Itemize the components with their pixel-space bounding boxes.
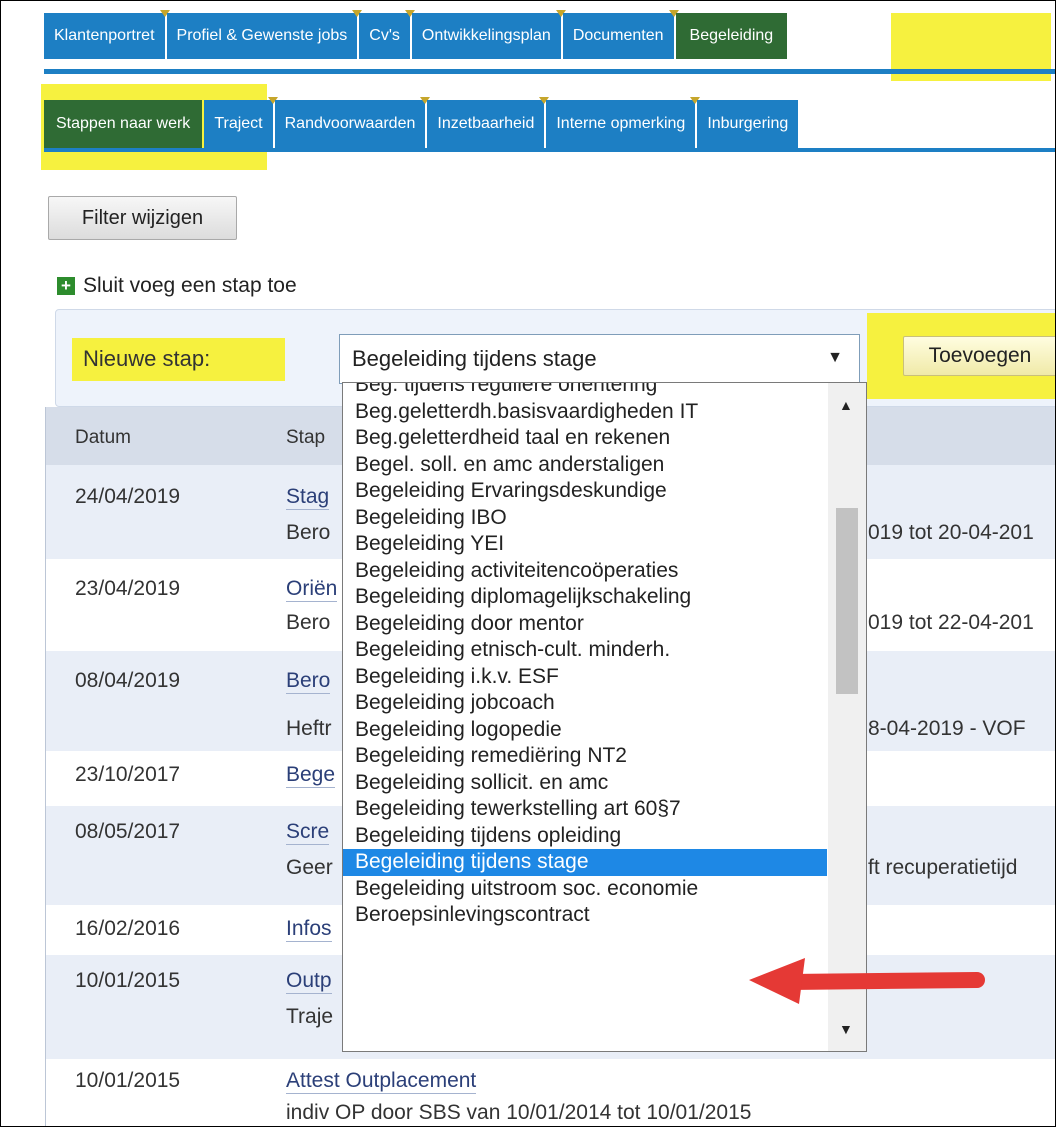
row-date: 16/02/2016 (75, 917, 181, 940)
tab-profiel[interactable]: Profiel & Gewenste jobs (166, 10, 363, 59)
sub-tabs: Stappen naar werk Traject Randvoorwaarde… (44, 97, 800, 148)
subtab-inburgering[interactable]: Inburgering (697, 100, 799, 148)
dropdown-option[interactable]: Begeleiding uitstroom soc. economie (343, 876, 827, 903)
tab-label: Klantenportret (54, 27, 155, 44)
dropdown-option[interactable]: Begeleiding Ervaringsdeskundige (343, 478, 827, 505)
tab-label: Cv's (369, 27, 400, 44)
window-frame: Klantenportret Profiel & Gewenste jobs C… (0, 0, 1056, 1127)
dropdown-option[interactable]: Begeleiding jobcoach (343, 690, 827, 717)
tab-underline (44, 69, 1055, 74)
dropdown-option[interactable]: Begeleiding activiteitencoöperaties (343, 558, 827, 585)
row-date: 23/04/2019 (75, 577, 181, 600)
subtab-label: Interne opmerking (556, 115, 686, 132)
dropdown-option[interactable]: Begeleiding etnisch-cult. minderh. (343, 637, 827, 664)
tab-ontwikkelingsplan[interactable]: Ontwikkelingsplan (411, 10, 566, 59)
row-date: 08/05/2017 (75, 820, 181, 843)
row-date: 24/04/2019 (75, 485, 181, 508)
row-step-link[interactable]: Stag (286, 485, 330, 510)
subtab-label: Randvoorwaarden (284, 115, 416, 132)
subtab-underline (44, 148, 1055, 152)
subtab-label: Inburgering (707, 115, 789, 132)
tab-klantenportret[interactable]: Klantenportret (44, 10, 170, 59)
dropdown-option[interactable]: Begeleiding IBO (343, 505, 827, 532)
dropdown-option[interactable]: Begeleiding remediëring NT2 (343, 743, 827, 770)
filter-button[interactable]: Filter wijzigen (48, 196, 237, 240)
row-subtext: Traje (286, 1005, 334, 1028)
subtab-label: Stappen naar werk (56, 115, 191, 132)
dropdown-option[interactable]: Beg.geletterdheid taal en rekenen (343, 425, 827, 452)
dropdown-option[interactable]: Begeleiding tijdens opleiding (343, 823, 827, 850)
tab-begeleiding[interactable]: Begeleiding (675, 13, 788, 59)
dropdown-option[interactable]: Begeleiding sollicit. en amc (343, 770, 827, 797)
dropdown-option[interactable]: Begeleiding tewerkstelling art 60§7 (343, 796, 827, 823)
new-step-select[interactable]: Begeleiding tijdens stage ▼ (339, 334, 860, 384)
dropdown-option[interactable]: Beroepsinlevingscontract (343, 902, 827, 929)
tab-label: Profiel & Gewenste jobs (176, 27, 348, 44)
subtab-inzetbaarheid[interactable]: Inzetbaarheid (427, 97, 550, 148)
scroll-down-icon[interactable]: ▼ (839, 1021, 853, 1037)
subtab-label: Traject (214, 115, 263, 132)
new-step-label: Nieuwe stap: (83, 346, 211, 371)
dropdown-option[interactable]: Beg. tijdens reguliere oriëntering (343, 383, 827, 399)
dropdown-option[interactable]: Begel. soll. en amc anderstaligen (343, 452, 827, 479)
row-step-link[interactable]: Infos (286, 917, 332, 942)
table-row: 10/01/2015 Attest Outplacement indiv OP … (45, 1059, 1055, 1126)
scrollbar-thumb[interactable] (836, 508, 858, 694)
close-add-step-link[interactable]: + Sluit voeg een stap toe (57, 274, 297, 298)
row-subtext: Bero (286, 521, 331, 544)
dropdown-option[interactable]: Beg.geletterdh.basisvaardigheden IT (343, 399, 827, 426)
row-period: ft recuperatietijd (868, 856, 1018, 879)
row-subtext: Bero (286, 611, 331, 634)
add-button[interactable]: Toevoegen (903, 336, 1055, 376)
tab-label: Begeleiding (689, 27, 774, 44)
dropdown-option[interactable]: Begeleiding i.k.v. ESF (343, 664, 827, 691)
row-date: 10/01/2015 (75, 969, 181, 992)
row-date: 23/10/2017 (75, 763, 181, 786)
tab-label: Ontwikkelingsplan (421, 27, 551, 44)
subtab-interne-opmerking[interactable]: Interne opmerking (546, 97, 701, 148)
row-step-link[interactable]: Outp (286, 969, 332, 994)
row-step-link[interactable]: Scre (286, 820, 330, 845)
header-stap: Stap (286, 427, 326, 448)
tab-label: Documenten (572, 27, 664, 44)
scroll-up-icon[interactable]: ▲ (839, 397, 853, 413)
main-tabs: Klantenportret Profiel & Gewenste jobs C… (44, 10, 789, 59)
row-step-link[interactable]: Oriën (286, 577, 338, 602)
row-period: 019 tot 20-04-201 (868, 521, 1034, 544)
row-date: 08/04/2019 (75, 669, 181, 692)
add-link-label: Sluit voeg een stap toe (83, 274, 297, 297)
dropdown-option-selected[interactable]: Begeleiding tijdens stage (343, 849, 827, 876)
row-step-link[interactable]: Attest Outplacement (286, 1069, 477, 1094)
step-dropdown-list[interactable]: Beg. tijdens reguliere oriëntering Beg.g… (342, 382, 867, 1052)
row-date: 10/01/2015 (75, 1069, 181, 1092)
subtab-stappen-naar-werk[interactable]: Stappen naar werk (44, 100, 203, 148)
row-step-link[interactable]: Bero (286, 669, 331, 694)
row-subtext: Geer (286, 856, 333, 879)
dropdown-option[interactable]: Begeleiding logopedie (343, 717, 827, 744)
row-subtext: indiv OP door SBS van 10/01/2014 tot 10/… (286, 1101, 752, 1124)
tab-cvs[interactable]: Cv's (359, 10, 415, 59)
row-period: 019 tot 22-04-201 (868, 611, 1034, 634)
dropdown-option[interactable]: Begeleiding diplomagelijkschakeling (343, 584, 827, 611)
dropdown-option[interactable]: Begeleiding door mentor (343, 611, 827, 638)
tab-documenten[interactable]: Documenten (562, 10, 679, 59)
header-datum: Datum (75, 427, 131, 448)
select-value: Begeleiding tijdens stage (352, 346, 597, 371)
row-subtext: Heftr (286, 717, 332, 740)
subtab-randvoorwaarden[interactable]: Randvoorwaarden (274, 97, 431, 148)
row-step-link[interactable]: Bege (286, 763, 336, 788)
dropdown-options: Beg. tijdens reguliere oriëntering Beg.g… (343, 383, 827, 929)
subtab-traject[interactable]: Traject (204, 97, 278, 148)
subtab-label: Inzetbaarheid (437, 115, 535, 132)
table-left-border (45, 407, 46, 1126)
dropdown-option[interactable]: Begeleiding YEI (343, 531, 827, 558)
plus-icon: + (57, 277, 75, 295)
row-period: 8-04-2019 - VOF (868, 717, 1026, 740)
dropdown-scrollbar[interactable]: ▲ ▼ (828, 383, 866, 1051)
dropdown-caret-icon: ▼ (827, 349, 843, 366)
red-arrow-icon (749, 958, 985, 1004)
